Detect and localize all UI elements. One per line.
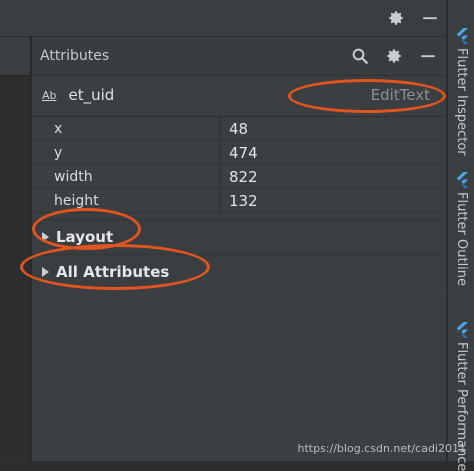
- table-row[interactable]: width 822: [32, 165, 446, 189]
- attribute-key: height: [32, 189, 221, 212]
- expand-triangle-icon: [42, 267, 49, 277]
- table-row[interactable]: height 132: [32, 189, 446, 213]
- top-toolbar: [0, 0, 446, 37]
- flutter-icon: [456, 322, 468, 338]
- attribute-value[interactable]: 48: [221, 117, 446, 140]
- flutter-icon: [456, 28, 468, 44]
- component-id: et_uid: [68, 86, 115, 104]
- text-component-icon: Ab: [42, 88, 57, 102]
- tab-flutter-inspector[interactable]: Flutter Inspector: [448, 28, 474, 156]
- panel-header: Attributes: [32, 37, 446, 76]
- expand-triangle-icon: [42, 232, 49, 242]
- layout-section-toggle[interactable]: Layout: [32, 219, 446, 254]
- tab-label: Flutter Inspector: [454, 48, 469, 156]
- table-row[interactable]: x 48: [32, 117, 446, 141]
- tab-label: Flutter Outline: [454, 192, 469, 287]
- attribute-value[interactable]: 822: [221, 165, 446, 188]
- section-label-all-attributes: All Attributes: [56, 263, 170, 281]
- attribute-key: width: [32, 165, 221, 188]
- minimize-icon[interactable]: [418, 46, 438, 66]
- section-label-layout: Layout: [56, 228, 114, 246]
- side-tool-tabs: Flutter Inspector Flutter Outline Flutte…: [447, 0, 474, 471]
- panel-title: Attributes: [40, 48, 110, 64]
- component-type: EditText: [370, 86, 430, 104]
- flutter-icon: [456, 172, 468, 188]
- left-gutter-header: [0, 37, 30, 76]
- attribute-key: x: [32, 117, 221, 140]
- tab-flutter-outline[interactable]: Flutter Outline: [448, 172, 474, 286]
- attributes-panel: Attributes Ab et_uid EditText x 48 y 474: [32, 37, 446, 461]
- gear-icon[interactable]: [384, 46, 404, 66]
- attribute-value[interactable]: 132: [221, 189, 446, 212]
- left-gutter: [0, 37, 31, 461]
- component-row[interactable]: Ab et_uid EditText: [32, 76, 446, 114]
- attribute-key: y: [32, 141, 221, 164]
- minimize-icon[interactable]: [420, 8, 440, 28]
- gear-icon[interactable]: [386, 8, 406, 28]
- attribute-value[interactable]: 474: [221, 141, 446, 164]
- attributes-table: x 48 y 474 width 822 height 132: [32, 116, 446, 213]
- table-row[interactable]: y 474: [32, 141, 446, 165]
- watermark: https://blog.csdn.net/cadi2011: [297, 442, 467, 455]
- all-attributes-section-toggle[interactable]: All Attributes: [32, 254, 446, 289]
- search-icon[interactable]: [350, 46, 370, 66]
